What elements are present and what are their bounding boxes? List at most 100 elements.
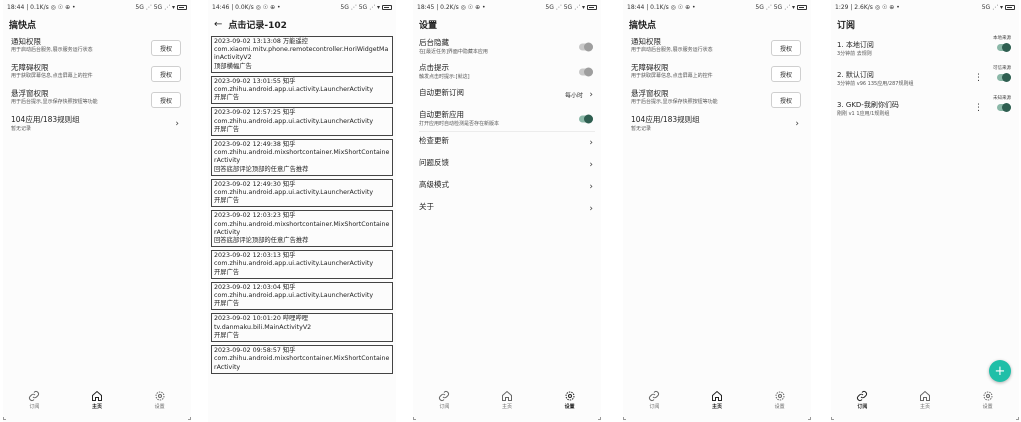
about-row[interactable]: 关于 › (413, 198, 601, 220)
nav-settings-label: 设置 (154, 404, 165, 410)
subscription-item-gkd[interactable]: 3. GKD-我刷你们码 刚刚 v1 1应用/1规则组 未知来源 ⋮ (831, 94, 1019, 124)
app-bar: 搞快点 (3, 14, 191, 34)
log-entry[interactable]: 2023-09-02 10:01:20 哔哩哔哩 tv.danmaku.bili… (211, 313, 393, 343)
nav-subs[interactable]: 订阅 (634, 390, 674, 418)
feedback-row[interactable]: 问题反馈 › (413, 154, 601, 176)
battery-icon (587, 4, 597, 10)
status-right: 5G ⋰ 5G ⋰ ▾ (755, 3, 795, 11)
status-left: 18:44 | 0.1K/s ◎ ☉ ⊕ • (7, 3, 76, 11)
subscription-item-default[interactable]: 2. 默认订阅 3分钟前 v96 135应用/287规则组 可信来源 ⋮ (831, 64, 1019, 94)
log-entry[interactable]: 2023-09-02 13:01:55 知乎 com.zhihu.android… (211, 75, 393, 105)
status-left: 1:29 | 2.6K/s ◎ ☉ ⊕ • (835, 3, 900, 11)
log-entry[interactable]: 2023-09-02 12:03:23 知乎 com.zhihu.android… (211, 210, 393, 248)
bottom-nav: 订阅 主页 设置 (831, 390, 1019, 418)
rules-summary-row[interactable]: 104应用/183规则组 暂无记录 › (7, 112, 187, 135)
nav-subs-label: 订阅 (29, 404, 40, 410)
status-bar: 18:44 | 0.1K/s ◎ ☉ ⊕ • 5G ⋰ 5G ⋰ ▾ (3, 0, 191, 14)
nav-home[interactable]: 主页 (487, 390, 527, 418)
home-screen-2: 18:44 | 0.1K/s ◎ ☉ ⊕ • 5G ⋰ 5G ⋰ ▾ 搞快点 通… (623, 0, 811, 422)
link-icon (439, 391, 450, 401)
grant-accessibility-button[interactable]: 授权 (151, 66, 181, 82)
back-arrow-icon[interactable]: ← (214, 19, 222, 30)
grant-accessibility-button[interactable]: 授权 (771, 66, 801, 82)
hide-background-row[interactable]: 后台隐藏 在[最近任务]界面中隐藏本应用 (413, 34, 601, 59)
subscriptions-screen: 1:29 | 2.6K/s ◎ ☉ ⊕ • 5G ⋰ ▾ 订阅 1. 本地订阅 … (831, 0, 1019, 422)
rules-title: 104应用/183规则组 (631, 115, 700, 124)
click-tip-toggle[interactable] (579, 67, 593, 76)
grant-notification-button[interactable]: 授权 (771, 40, 801, 56)
notification-permission-row: 通知权限 用于启动后台服务,展示服务运行状态 授权 (627, 34, 807, 60)
setting-title: 检查更新 (419, 136, 449, 145)
bottom-nav: 订阅 主页 设置 (3, 390, 191, 418)
rules-summary-row[interactable]: 104应用/183规则组 暂无记录 › (627, 112, 807, 135)
update-interval-value: 每小时 (564, 92, 583, 100)
auto-update-app-toggle[interactable] (579, 114, 593, 123)
grant-notification-button[interactable]: 授权 (151, 40, 181, 56)
log-entry[interactable]: 2023-09-02 12:03:13 知乎 com.zhihu.android… (211, 250, 393, 279)
auto-update-subs-row[interactable]: 自动更新订阅 每小时 › (413, 84, 601, 106)
link-icon (29, 391, 40, 401)
page-title: 点击记录-102 (228, 20, 287, 31)
home-icon (919, 390, 930, 401)
overlay-permission-row: 悬浮窗权限 用于后台提示,显示保存快照按钮等功能 授权 (627, 86, 807, 112)
nav-settings[interactable]: 设置 (968, 390, 1008, 418)
nav-home[interactable]: 主页 (905, 390, 945, 418)
nav-subs[interactable]: 订阅 (14, 390, 54, 418)
advanced-mode-row[interactable]: 高级模式 › (413, 176, 601, 198)
status-left: 18:45 | 0.2K/s ◎ ☉ ⊕ • (417, 3, 486, 11)
sub-title: 2. 默认订阅 (837, 71, 874, 79)
status-bar: 18:44 | 0.1K/s ◎ ☉ ⊕ • 5G ⋰ 5G ⋰ ▾ (623, 0, 811, 14)
status-left: 18:44 | 0.1K/s ◎ ☉ ⊕ • (627, 3, 696, 11)
bottom-nav: 订阅 主页 设置 (413, 390, 601, 418)
log-entry[interactable]: 2023-09-02 12:57:25 知乎 com.zhihu.android… (211, 107, 393, 137)
grant-overlay-button[interactable]: 授权 (771, 92, 801, 108)
chevron-right-icon: › (589, 204, 593, 214)
add-subscription-button[interactable]: + (989, 360, 1011, 382)
screen-corner (3, 417, 6, 420)
nav-subs[interactable]: 订阅 (424, 390, 464, 418)
rules-desc: 暂无记录 (11, 126, 32, 132)
log-entry[interactable]: 2023-09-02 13:13:08 万能遥控 com.xiaomi.mitv… (211, 36, 393, 73)
more-vert-icon[interactable]: ⋮ (974, 104, 983, 113)
nav-home[interactable]: 主页 (697, 390, 737, 418)
setting-title: 后台隐藏 (419, 38, 449, 47)
status-bar: 14:46 | 0.0K/s ◎ ☉ ⊕ • 5G ⋰ 5G ⋰ ▾ (208, 0, 396, 14)
page-title: 订阅 (837, 20, 856, 31)
chevron-right-icon: › (175, 118, 179, 129)
gear-icon (775, 391, 785, 401)
sub-enable-toggle[interactable] (997, 73, 1011, 82)
more-vert-icon[interactable]: ⋮ (974, 74, 983, 83)
screen-corner (188, 417, 191, 420)
nav-subs[interactable]: 订阅 (842, 390, 882, 418)
sub-enable-toggle[interactable] (997, 103, 1011, 112)
grant-overlay-button[interactable]: 授权 (151, 92, 181, 108)
page-title: 搞快点 (629, 20, 657, 31)
log-entry[interactable]: 2023-09-02 12:03:04 知乎 com.zhihu.android… (211, 281, 393, 311)
chevron-right-icon: › (589, 160, 593, 170)
battery-icon (797, 4, 807, 10)
home-screen: 18:44 | 0.1K/s ◎ ☉ ⊕ • 5G ⋰ 5G ⋰ ▾ 搞快点 通… (3, 0, 191, 422)
log-entry[interactable]: 2023-09-02 12:49:38 知乎 com.zhihu.android… (211, 139, 393, 176)
nav-settings[interactable]: 设置 (760, 390, 800, 418)
setting-title: 高级模式 (419, 180, 449, 189)
log-entry[interactable]: 2023-09-02 09:58:57 知乎 com.zhihu.android… (211, 345, 393, 374)
subscription-item-local[interactable]: 1. 本地订阅 3分钟前 去规则 本地来源 (831, 34, 1019, 64)
hide-background-toggle[interactable] (579, 42, 593, 51)
nav-home-label: 主页 (919, 404, 930, 410)
nav-subs-label: 订阅 (857, 404, 868, 410)
nav-settings[interactable]: 设置 (140, 390, 180, 418)
setting-desc: 打开应用时自动检测是否存在新版本 (419, 121, 500, 127)
settings-screen: 18:45 | 0.2K/s ◎ ☉ ⊕ • 5G ⋰ 5G ⋰ ▾ 设置 后台… (413, 0, 601, 422)
check-update-row[interactable]: 检查更新 › (413, 132, 601, 154)
sub-title: 1. 本地订阅 (837, 41, 874, 49)
auto-update-app-row[interactable]: 自动更新应用 打开应用时自动检测是否存在新版本 (413, 106, 601, 131)
nav-home-label: 主页 (91, 404, 102, 410)
sub-enable-toggle[interactable] (997, 43, 1011, 52)
log-entry[interactable]: 2023-09-02 12:49:30 知乎 com.zhihu.android… (211, 178, 393, 208)
sub-desc: 3分钟前 去规则 (837, 51, 872, 57)
click-tip-row[interactable]: 点击提示 触发点击时提示:[就这] (413, 59, 601, 84)
notification-permission-row: 通知权限 用于启动后台服务,展示服务运行状态 授权 (7, 34, 187, 60)
nav-home[interactable]: 主页 (77, 390, 117, 418)
screen-corner (831, 417, 834, 420)
nav-settings[interactable]: 设置 (550, 390, 590, 418)
